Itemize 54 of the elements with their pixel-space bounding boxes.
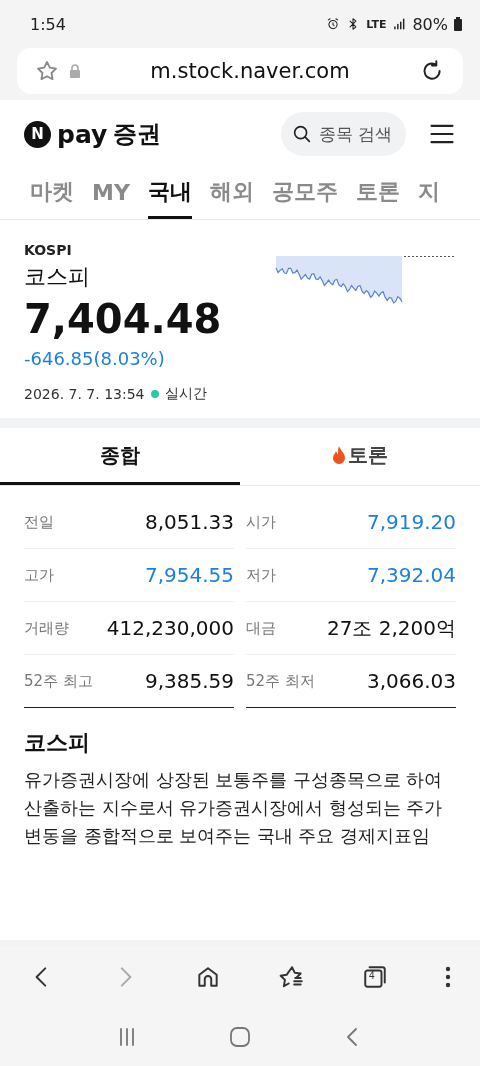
stat-value: 7,919.20 (366, 510, 456, 534)
stat-label: 거래량 (24, 618, 69, 638)
nav-tab[interactable]: 해외 (209, 168, 254, 219)
more-icon (445, 966, 452, 988)
url-text: m.stock.naver.com (149, 59, 351, 83)
tab-count: 4 (368, 970, 375, 981)
stat-value: 9,385.59 (144, 669, 234, 693)
stock-search-button[interactable]: 종목 검색 (280, 112, 406, 156)
nav-tab[interactable]: MY (92, 168, 130, 219)
stat-label: 시가 (246, 512, 276, 532)
nav-tab[interactable]: 국내 (147, 168, 192, 219)
status-time: 1:54 (30, 14, 66, 34)
stat-label: 52주 최저 (246, 671, 315, 691)
signal-icon (392, 17, 407, 31)
live-label: 실시간 (164, 385, 207, 403)
tabs-button[interactable]: 4 (357, 960, 392, 994)
home-icon[interactable] (228, 1025, 252, 1049)
stat-label: 고가 (24, 565, 54, 585)
section-tab[interactable]: 토론 (240, 428, 480, 485)
logo-title: 증권 (113, 119, 162, 150)
address-bar[interactable]: m.stock.naver.com (17, 48, 463, 94)
nav-tab[interactable]: 지 (417, 168, 440, 219)
network-type: LTE (366, 18, 387, 30)
star-list-icon (278, 964, 305, 990)
stat-value: 27조 2,200억 (326, 614, 456, 642)
stat-value: 3,066.03 (366, 669, 456, 693)
index-name: 코스피 (24, 263, 91, 291)
index-code: KOSPI (24, 242, 73, 258)
fire-icon (332, 446, 346, 464)
stat-value: 8,051.33 (144, 510, 234, 534)
description-text: 유가증권시장에 상장된 보통주를 구성종목으로 하여 산출하는 지수로서 유가증권시장에서 형성되는 주가변동을 종합적으로 보여주는 국내 주요 경제지표임 (24, 769, 444, 848)
battery-level: 80% (412, 14, 448, 34)
stat-label: 52주 최고 (24, 671, 93, 691)
description-title: 코스피 (24, 729, 91, 757)
nav-tab[interactable]: 토론 (355, 168, 400, 219)
stat-label: 저가 (246, 565, 276, 585)
tabs-icon (361, 964, 388, 990)
logo-pay: pay (57, 119, 108, 149)
stat-label: 대금 (246, 618, 276, 638)
index-price: 7,404.48 (24, 296, 223, 342)
stat-value: 412,230,000 (106, 616, 234, 640)
index-change: -646.85(8.03%) (24, 348, 166, 369)
logo-mark: N (24, 120, 51, 148)
stat-value: 7,392.04 (366, 563, 456, 587)
star-icon[interactable] (35, 59, 59, 83)
section-tab[interactable]: 종합 (0, 428, 240, 485)
lock-icon (69, 64, 81, 78)
stat-value: 7,954.55 (144, 563, 234, 587)
alarm-icon (326, 17, 341, 31)
stat-label: 전일 (24, 512, 54, 532)
nav-tab[interactable]: 공모주 (271, 168, 338, 219)
timestamp: 2026. 7. 7. 13:54 (24, 386, 145, 402)
nav-tab[interactable]: 마켓 (30, 168, 74, 219)
battery-icon (454, 17, 462, 31)
